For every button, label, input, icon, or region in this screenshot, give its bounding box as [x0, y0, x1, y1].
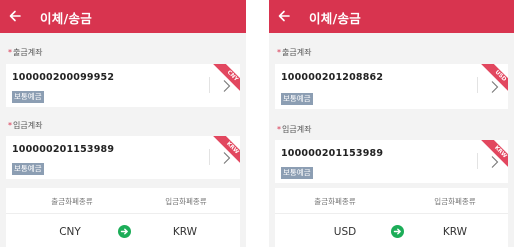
from-account-type-badge: 보통예금 — [12, 91, 44, 103]
currency-exchange-panel: 출금화폐종류 입금화폐종류 CNY KRW — [6, 188, 240, 247]
from-currency-header: 출금화폐종류 — [51, 197, 93, 206]
exchange-arrow-icon — [118, 225, 131, 238]
to-account-label-text: 입금계좌 — [282, 125, 312, 134]
required-mark: * — [8, 48, 12, 57]
currency-ribbon: KRW — [478, 140, 508, 170]
currency-ribbon: CNY — [210, 64, 240, 94]
required-mark: * — [277, 48, 281, 57]
from-account-label: *출금계좌 — [8, 47, 42, 58]
required-mark: * — [277, 125, 281, 134]
from-account-label-text: 출금계좌 — [282, 48, 312, 57]
currency-exchange-panel: 출금화폐종류 입금화폐종류 USD KRW — [275, 188, 508, 247]
from-currency-value[interactable]: CNY — [40, 226, 100, 238]
back-arrow-icon[interactable] — [274, 5, 296, 27]
from-account-number: 100000200099952 — [12, 72, 115, 83]
page-title: 이체/송금 — [40, 11, 93, 26]
to-account-label: *입금계좌 — [8, 120, 42, 131]
currency-ribbon-label: KRW — [481, 140, 508, 170]
to-account-label: *입금계좌 — [277, 124, 311, 135]
from-account-number: 100000201208862 — [281, 72, 384, 83]
required-mark: * — [8, 121, 12, 130]
to-account-card[interactable]: 100000201153989 보통예금 KRW — [6, 136, 240, 179]
currency-ribbon: USD — [478, 64, 508, 94]
exchange-arrow-icon — [391, 225, 404, 238]
to-currency-value[interactable]: KRW — [425, 226, 485, 238]
divider — [275, 213, 508, 214]
from-currency-value[interactable]: USD — [315, 226, 375, 238]
currency-ribbon: KRW — [210, 136, 240, 166]
page-title: 이체/송금 — [309, 11, 362, 26]
from-account-label: *출금계좌 — [277, 47, 311, 58]
transfer-screen-left: 이체/송금 *출금계좌 100000200099952 보통예금 CNY *입금… — [0, 0, 246, 247]
currency-ribbon-label: CNY — [213, 64, 240, 94]
to-account-number: 100000201153989 — [12, 144, 115, 155]
from-account-card[interactable]: 100000201208862 보통예금 USD — [275, 64, 508, 109]
currency-ribbon-label: USD — [481, 64, 508, 94]
divider — [6, 213, 240, 214]
app-bar: 이체/송금 — [269, 0, 514, 33]
to-currency-value[interactable]: KRW — [155, 226, 215, 238]
to-currency-header: 입금화폐종류 — [165, 197, 207, 206]
transfer-screen-right: 이체/송금 *출금계좌 100000201208862 보통예금 USD *입금… — [269, 0, 514, 247]
to-account-label-text: 입금계좌 — [13, 121, 43, 130]
to-currency-header: 입금화폐종류 — [434, 197, 476, 206]
to-account-type-badge: 보통예금 — [281, 167, 313, 179]
currency-ribbon-label: KRW — [213, 136, 240, 166]
app-bar: 이체/송금 — [0, 0, 246, 33]
back-arrow-icon[interactable] — [5, 5, 27, 27]
to-account-type-badge: 보통예금 — [12, 163, 44, 175]
from-account-label-text: 출금계좌 — [13, 48, 43, 57]
to-account-number: 100000201153989 — [281, 148, 384, 159]
from-account-card[interactable]: 100000200099952 보통예금 CNY — [6, 64, 240, 107]
from-currency-header: 출금화폐종류 — [314, 197, 356, 206]
from-account-type-badge: 보통예금 — [281, 93, 313, 105]
to-account-card[interactable]: 100000201153989 보통예금 KRW — [275, 140, 508, 183]
